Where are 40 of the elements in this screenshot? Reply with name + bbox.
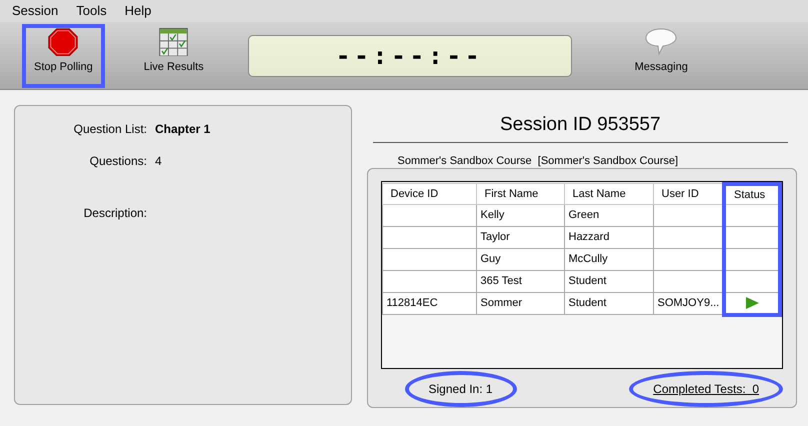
table-cell: 365 Test bbox=[476, 270, 564, 292]
table-cell: Hazzard bbox=[564, 226, 653, 248]
table-cell bbox=[653, 248, 724, 270]
table-cell: Kelly bbox=[476, 204, 564, 226]
toolbar-button[interactable]: Live Results bbox=[134, 24, 214, 88]
field-value: Chapter 1 bbox=[155, 121, 212, 138]
field-label: Description: bbox=[82, 205, 147, 222]
count-label: Signed In: 1 bbox=[404, 370, 517, 406]
menu-item[interactable]: Session bbox=[12, 1, 58, 21]
field-label: Question List: bbox=[72, 121, 147, 138]
toolbar-button[interactable]: Messaging bbox=[624, 24, 698, 88]
table-cell: Student bbox=[564, 270, 653, 292]
field-label: Questions: bbox=[88, 153, 147, 170]
menu-item[interactable]: Tools bbox=[76, 1, 107, 21]
table-cell bbox=[653, 226, 724, 248]
play-icon bbox=[746, 296, 758, 309]
table-cell: Sommer bbox=[476, 292, 564, 314]
column-header[interactable]: First Name bbox=[476, 184, 564, 204]
column-header[interactable]: Device ID bbox=[382, 184, 476, 204]
table-cell: Student bbox=[564, 292, 653, 314]
speech-bubble-icon bbox=[645, 28, 678, 56]
table-cell: SOMJOY9... bbox=[653, 292, 724, 314]
timer-display: --:--:-- bbox=[248, 34, 572, 76]
table-cell bbox=[653, 204, 724, 226]
menu-item[interactable]: Help bbox=[124, 1, 152, 21]
table-cell: 112814EC bbox=[382, 292, 476, 314]
session-title: Session ID 953557 bbox=[500, 114, 661, 135]
grid-checkmarks-icon bbox=[158, 28, 190, 56]
course-label: Sommer's Sandbox Course [Sommer's Sandbox Course] bbox=[398, 154, 678, 166]
table-cell: Guy bbox=[476, 248, 564, 270]
column-header[interactable]: Status bbox=[724, 184, 780, 204]
column-header[interactable]: Last Name bbox=[564, 184, 653, 204]
table-cell: Taylor bbox=[476, 226, 564, 248]
toolbar-button[interactable]: Stop Polling bbox=[22, 24, 105, 88]
table-cell bbox=[653, 270, 724, 292]
field-value: 4 bbox=[155, 153, 163, 170]
table-cell: McCully bbox=[564, 248, 653, 270]
count-label: Completed Tests: 0 bbox=[629, 370, 783, 406]
column-header[interactable]: User ID bbox=[653, 184, 724, 204]
table-cell: Green bbox=[564, 204, 653, 226]
